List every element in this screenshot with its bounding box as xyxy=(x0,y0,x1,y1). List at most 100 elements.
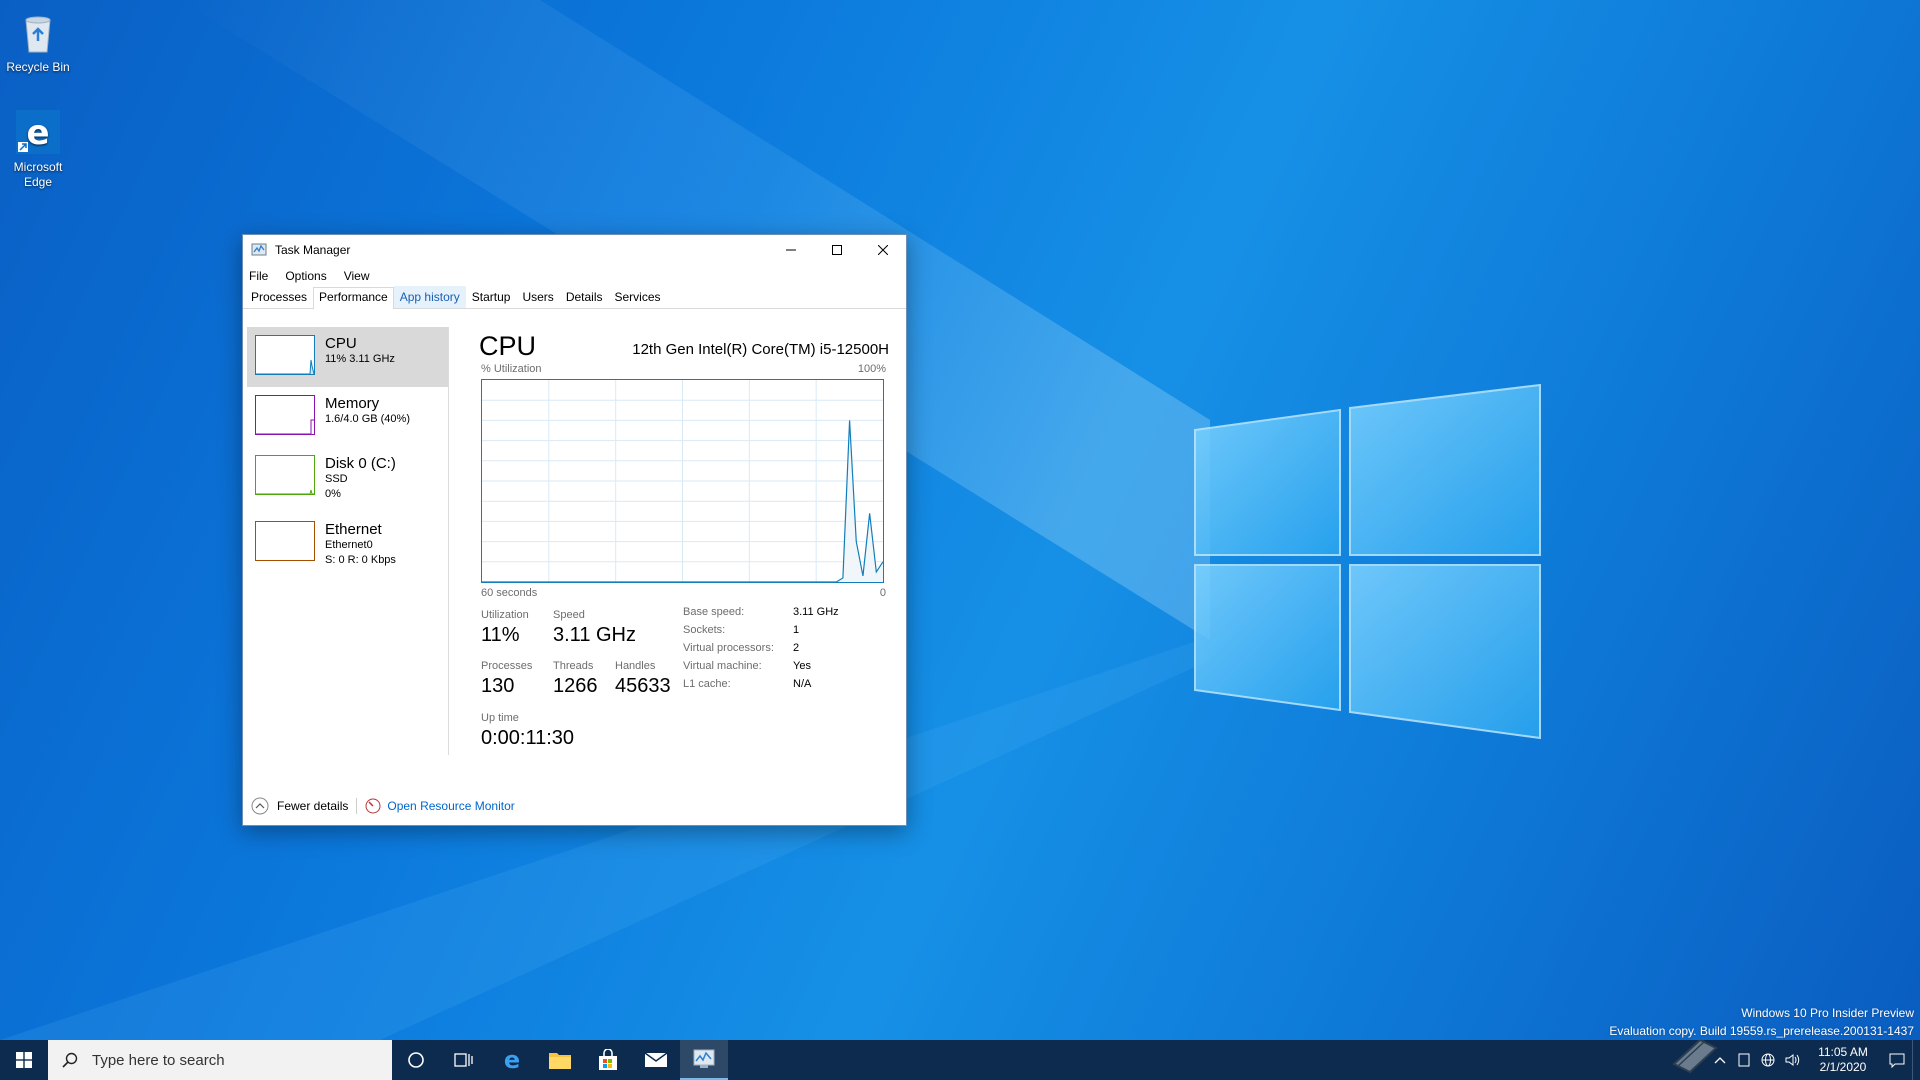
windows-logo-icon xyxy=(16,1052,32,1068)
stat-handles: Handles 45633 xyxy=(615,659,671,699)
footer-divider xyxy=(356,798,358,814)
resource-disk[interactable]: Disk 0 (C:) SSD 0% xyxy=(247,447,448,513)
detail-key: Base speed: xyxy=(683,606,745,618)
edge-label: Microsoft Edge xyxy=(13,160,63,189)
search-placeholder: Type here to search xyxy=(92,1051,225,1069)
folder-icon xyxy=(549,1053,571,1069)
taskbar-store-button[interactable] xyxy=(584,1040,632,1080)
taskbar-search-box[interactable]: Type here to search xyxy=(48,1040,392,1080)
cortana-button[interactable] xyxy=(392,1040,440,1080)
tab-details[interactable]: Details xyxy=(560,286,609,308)
resource-disk-line1: SSD xyxy=(325,473,348,485)
store-bag-icon xyxy=(599,1049,617,1070)
resource-disk-line2: 0% xyxy=(325,488,341,500)
speed-label: Speed xyxy=(553,609,585,621)
memory-thumbnail-graph xyxy=(255,395,315,435)
performance-panel: CPU 11% 3.11 GHz Memory 1.6/4.0 GB (40%) xyxy=(243,319,906,755)
task-manager-icon xyxy=(251,243,267,256)
clock-time: 11:05 AM xyxy=(1818,1045,1868,1059)
graph-label: % Utilization xyxy=(481,363,542,375)
title-bar[interactable]: Task Manager xyxy=(243,235,906,265)
resource-memory-name: Memory xyxy=(325,395,380,412)
taskbar-edge-button[interactable]: e xyxy=(488,1040,536,1080)
mail-icon xyxy=(644,1052,668,1067)
close-icon xyxy=(878,245,888,255)
maximize-button[interactable] xyxy=(814,235,860,265)
resource-memory-line1: 1.6/4.0 GB (40%) xyxy=(325,413,410,425)
detail-key: Sockets: xyxy=(683,624,726,636)
resource-cpu-line1: 11% 3.11 GHz xyxy=(325,353,395,365)
taskbar-mail-button[interactable] xyxy=(632,1040,680,1080)
cpu-details-table: Base speed: 3.11 GHz Sockets: 1 Virtual pr… xyxy=(683,603,839,693)
tab-strip: Processes Performance App history Startu… xyxy=(243,286,906,309)
stat-utilization: Utilization 11% xyxy=(481,608,529,648)
tray-network-button[interactable] xyxy=(1756,1040,1780,1080)
open-resource-monitor-link[interactable]: Open Resource Monitor xyxy=(387,799,514,813)
taskbar-task-manager-button[interactable] xyxy=(680,1040,728,1080)
detail-row: Virtual machine: Yes xyxy=(683,657,839,675)
detail-value: N/A xyxy=(793,678,812,690)
tray-volume-button[interactable] xyxy=(1780,1040,1804,1080)
window-footer: Fewer details Open Resource Monitor xyxy=(243,787,906,825)
taskbar-file-explorer-button[interactable] xyxy=(536,1040,584,1080)
detail-row: Base speed: 3.11 GHz xyxy=(683,603,839,621)
utilization-label: Utilization xyxy=(481,609,529,621)
menu-view[interactable]: View xyxy=(344,269,370,283)
resource-monitor-icon xyxy=(365,798,381,814)
ethernet-thumbnail-graph xyxy=(255,521,315,561)
tab-performance[interactable]: Performance xyxy=(313,287,394,309)
detail-row: L1 cache: N/A xyxy=(683,675,839,693)
tab-app-history[interactable]: App history xyxy=(393,286,466,308)
task-view-button[interactable] xyxy=(440,1040,488,1080)
resource-ethernet-line2: S: 0 R: 0 Kbps xyxy=(325,554,396,566)
uptime-value: 0:00:11:30 xyxy=(481,727,575,749)
resource-memory[interactable]: Memory 1.6/4.0 GB (40%) xyxy=(247,387,448,447)
stat-speed: Speed 3.11 GHz xyxy=(553,608,636,648)
minimize-button[interactable] xyxy=(768,235,814,265)
close-button[interactable] xyxy=(860,235,906,265)
maximize-icon xyxy=(832,245,842,255)
detail-key: Virtual processors: xyxy=(683,642,774,654)
detail-value: 3.11 GHz xyxy=(793,606,839,618)
menu-file[interactable]: File xyxy=(249,269,268,283)
show-desktop-button[interactable] xyxy=(1912,1040,1920,1080)
cpu-thumbnail-graph xyxy=(255,335,315,375)
detail-key: Virtual machine: xyxy=(683,660,762,672)
graph-max-label: 100% xyxy=(857,363,886,375)
minimize-icon xyxy=(786,249,796,251)
detail-value: 2 xyxy=(793,642,800,654)
tray-tablet-button[interactable] xyxy=(1732,1040,1756,1080)
cortana-icon xyxy=(408,1052,424,1068)
task-view-icon xyxy=(454,1053,473,1067)
tab-startup[interactable]: Startup xyxy=(466,286,517,308)
cpu-utilization-graph xyxy=(481,379,884,583)
menu-options[interactable]: Options xyxy=(285,269,326,283)
threads-label: Threads xyxy=(553,660,594,672)
handles-value: 45633 xyxy=(615,675,671,697)
tab-services[interactable]: Services xyxy=(609,286,667,308)
detail-key: L1 cache: xyxy=(683,678,731,690)
resource-ethernet[interactable]: Ethernet Ethernet0 S: 0 R: 0 Kbps xyxy=(247,513,448,579)
recycle-bin-label: Recycle Bin xyxy=(6,60,70,74)
stat-processes: Processes 130 xyxy=(481,659,532,699)
resource-cpu[interactable]: CPU 11% 3.11 GHz xyxy=(247,327,448,387)
tab-processes[interactable]: Processes xyxy=(245,286,313,308)
taskbar: Type here to search e 11:05 AM 2/1/2020 xyxy=(0,1040,1920,1080)
detail-value: Yes xyxy=(793,660,811,672)
fewer-details-link[interactable]: Fewer details xyxy=(277,799,348,813)
svg-text:e: e xyxy=(26,113,49,153)
system-tray: 11:05 AM 2/1/2020 xyxy=(1708,1040,1920,1080)
start-button[interactable] xyxy=(0,1040,48,1080)
disk-thumbnail-graph xyxy=(255,455,315,495)
desktop-icon-recycle-bin[interactable]: Recycle Bin xyxy=(0,8,76,75)
tab-users[interactable]: Users xyxy=(516,286,559,308)
stat-threads: Threads 1266 xyxy=(553,659,598,699)
handles-label: Handles xyxy=(615,660,656,672)
cpu-detail-panel: CPU 12th Gen Intel(R) Core(TM) i5-12500H… xyxy=(479,319,889,749)
book-logo-icon xyxy=(1672,1038,1718,1074)
task-manager-icon xyxy=(693,1049,715,1068)
task-manager-window: Task Manager File Options View Processes… xyxy=(242,234,907,826)
desktop-icon-edge[interactable]: e Microsoft Edge xyxy=(0,108,76,190)
taskbar-clock[interactable]: 11:05 AM 2/1/2020 xyxy=(1804,1045,1882,1075)
action-center-button[interactable] xyxy=(1882,1040,1912,1080)
